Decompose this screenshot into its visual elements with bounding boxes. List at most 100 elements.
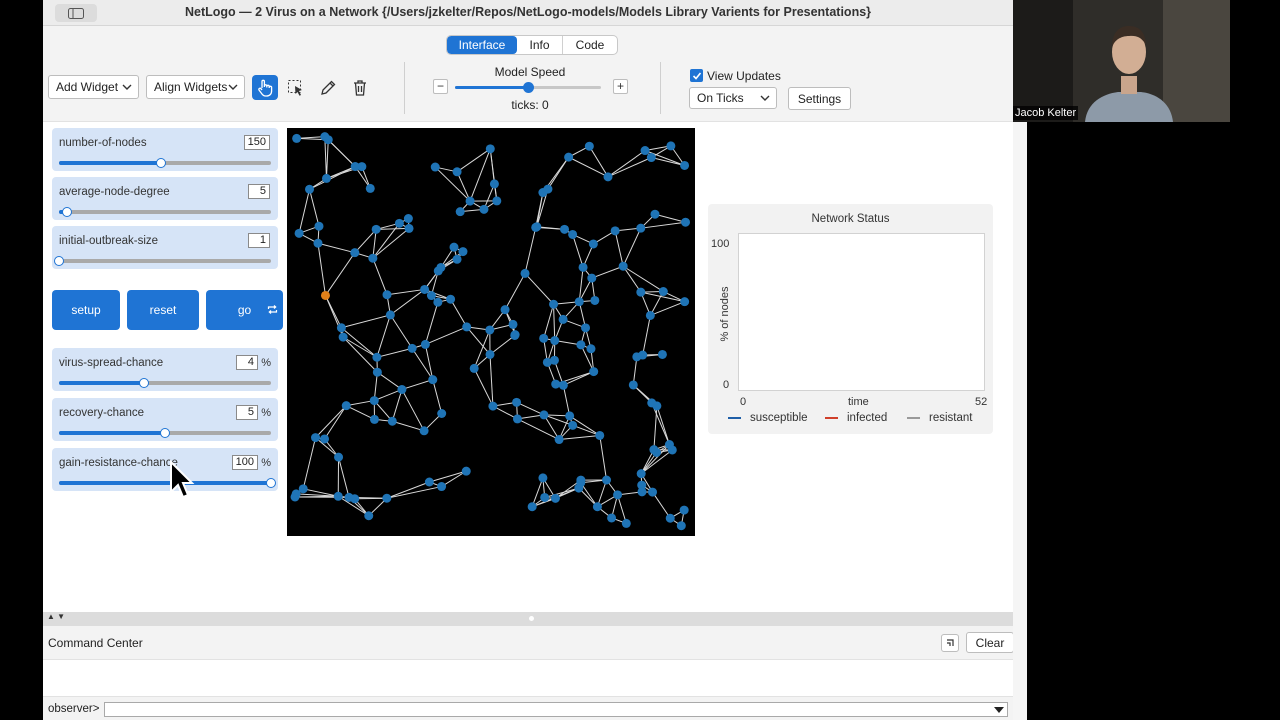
go-button[interactable]: go <box>206 290 283 330</box>
slider-knob[interactable] <box>155 158 166 168</box>
slider-value[interactable]: 5 <box>236 405 258 420</box>
network-node <box>550 336 560 346</box>
slider-value[interactable]: 5 <box>248 184 270 199</box>
network-status-plot: Network Status 100 0 % of nodes 0 time 5… <box>708 204 993 434</box>
network-link <box>315 405 347 438</box>
align-widgets-dropdown[interactable]: Align Widgets <box>146 75 245 99</box>
legend-item-resistant: resistant <box>907 412 972 424</box>
view-updates-checkbox[interactable] <box>690 69 703 82</box>
model-speed-label: Model Speed <box>494 65 566 79</box>
clear-button[interactable]: Clear <box>966 632 1013 653</box>
slider-track[interactable] <box>59 158 271 168</box>
network-node <box>394 218 404 228</box>
slider-number-of-nodes[interactable]: number-of-nodes 150 <box>52 128 278 171</box>
slider-track[interactable] <box>59 478 276 488</box>
network-node <box>587 273 597 283</box>
model-speed-slider[interactable] <box>455 82 601 93</box>
delete-tool-button[interactable] <box>347 75 373 100</box>
slider-virus-spread-chance[interactable]: virus-spread-chance 4 % <box>52 348 278 391</box>
slider-value[interactable]: 100 <box>231 455 258 470</box>
network-node <box>437 408 447 418</box>
slider-label: virus-spread-chance <box>59 357 164 369</box>
slider-knob[interactable] <box>266 478 276 488</box>
slider-initial-outbreak-size[interactable]: initial-outbreak-size 1 <box>52 226 278 269</box>
network-node <box>336 323 346 333</box>
slider-gain-resistance-chance[interactable]: gain-resistance-chance 100 % <box>52 448 278 491</box>
slider-average-node-degree[interactable]: average-node-degree 5 <box>52 177 278 220</box>
network-link <box>298 189 310 234</box>
window-title: NetLogo — 2 Virus on a Network {/Users/j… <box>184 5 872 19</box>
update-mode-dropdown[interactable]: On Ticks <box>689 87 777 109</box>
network-node <box>549 299 559 309</box>
legend-item-susceptible: susceptible <box>728 412 808 424</box>
pop-out-button[interactable] <box>941 634 959 652</box>
settings-button[interactable]: Settings <box>788 87 851 110</box>
network-node <box>647 398 657 408</box>
slider-knob[interactable] <box>54 256 64 266</box>
add-widget-dropdown[interactable]: Add Widget <box>48 75 139 99</box>
network-node <box>407 343 417 353</box>
ticks-counter: ticks: 0 <box>511 98 549 112</box>
network-link <box>429 470 467 483</box>
network-node <box>424 477 434 487</box>
plot-ymax-label: 100 <box>711 238 730 250</box>
network-link <box>607 157 652 178</box>
network-node <box>549 355 559 365</box>
select-tool-button[interactable] <box>283 75 309 100</box>
network-link <box>654 213 686 223</box>
view-updates-label: View Updates <box>707 69 781 83</box>
splitter-handle-icon[interactable] <box>529 616 534 621</box>
command-input[interactable] <box>104 702 1008 717</box>
network-node <box>558 314 568 324</box>
reset-button[interactable]: reset <box>127 290 199 330</box>
slider-knob[interactable] <box>160 428 170 438</box>
slider-track[interactable] <box>59 428 271 438</box>
network-node <box>613 490 623 500</box>
network-node <box>488 401 498 411</box>
network-node <box>485 349 495 359</box>
network-node <box>437 482 447 492</box>
slider-value[interactable]: 4 <box>236 355 258 370</box>
chevron-down-icon[interactable] <box>993 705 1005 715</box>
network-node <box>430 162 440 172</box>
slider-label: recovery-chance <box>59 407 145 419</box>
command-center-title: Command Center <box>48 636 143 650</box>
speed-decrease-button[interactable]: − <box>433 79 448 94</box>
legend-swatch <box>907 417 920 419</box>
network-link <box>489 354 494 407</box>
command-center-splitter[interactable]: ▲ ▼ <box>43 612 1013 626</box>
network-link <box>424 302 439 345</box>
network-node <box>564 152 574 162</box>
slider-track[interactable] <box>54 256 271 266</box>
edit-tool-button[interactable] <box>315 75 341 100</box>
network-node <box>589 367 599 377</box>
slider-recovery-chance[interactable]: recovery-chance 5 % <box>52 398 278 441</box>
network-link <box>346 405 375 420</box>
tab-info[interactable]: Info <box>517 36 563 54</box>
slider-label: gain-resistance-chance <box>59 457 178 469</box>
network-node <box>333 491 343 501</box>
slider-track[interactable] <box>59 378 271 388</box>
network-node <box>646 153 656 163</box>
world-view[interactable] <box>287 128 695 536</box>
slider-value[interactable]: 150 <box>243 135 270 150</box>
tab-code[interactable]: Code <box>563 36 617 54</box>
network-node <box>681 217 691 227</box>
network-node <box>574 297 584 307</box>
interact-tool-button[interactable] <box>252 75 278 100</box>
network-node <box>371 224 381 234</box>
slider-knob[interactable] <box>62 207 73 217</box>
slider-value[interactable]: 1 <box>248 233 270 248</box>
slider-knob[interactable] <box>138 378 149 388</box>
network-node <box>365 183 375 193</box>
network-node <box>568 229 578 239</box>
model-speed-knob[interactable] <box>523 82 534 93</box>
network-node <box>323 135 333 145</box>
speed-increase-button[interactable]: + <box>613 79 628 94</box>
network-node <box>603 172 613 182</box>
network-node <box>500 305 510 315</box>
slider-track[interactable] <box>59 207 271 217</box>
setup-button[interactable]: setup <box>52 290 120 330</box>
tab-interface[interactable]: Interface <box>447 36 517 54</box>
collapse-arrows-icon[interactable]: ▲ ▼ <box>47 612 65 621</box>
